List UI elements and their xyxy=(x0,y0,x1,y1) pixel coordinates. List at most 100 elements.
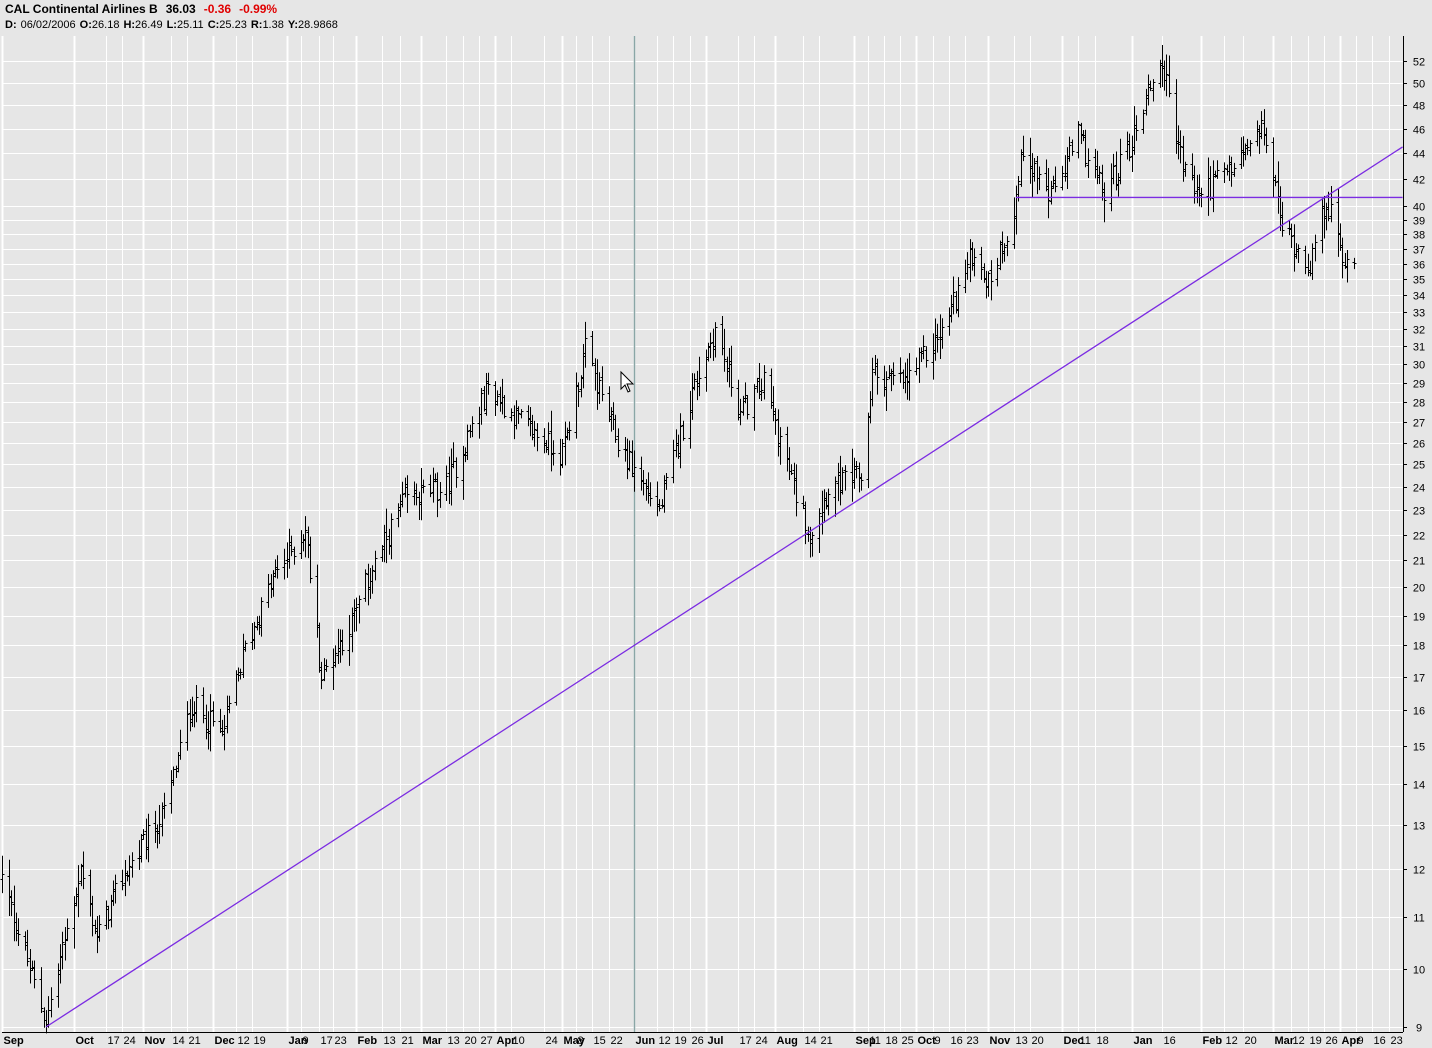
x-tick-label: 24 xyxy=(124,1035,136,1047)
x-tick-label: 9 xyxy=(303,1035,309,1047)
plot-area[interactable] xyxy=(2,36,1403,1032)
x-tick-label: 14 xyxy=(173,1035,185,1047)
y-tick-label: 23 xyxy=(1413,506,1425,518)
y-tick-label: 15 xyxy=(1413,742,1425,754)
x-tick-label: 8 xyxy=(578,1035,584,1047)
y-tick-label: 40 xyxy=(1413,202,1425,214)
x-tick-label: Jun xyxy=(636,1035,656,1047)
x-tick-label: Jul xyxy=(708,1035,724,1047)
price-chart[interactable]: 9 10 11 12 13 14 15 16 17 18 19 20 21 22 23 24 25 26 27 28 2… xyxy=(0,0,1432,1048)
x-tick-label: 16 xyxy=(1164,1035,1176,1047)
y-tick-label: 46 xyxy=(1413,125,1425,137)
y-tick-label: 50 xyxy=(1413,79,1425,91)
x-tick-label: 25 xyxy=(902,1035,914,1047)
y-tick-label: 34 xyxy=(1413,291,1425,303)
y-tick-label: 26 xyxy=(1413,439,1425,451)
y-tick-label: 10 xyxy=(1413,965,1425,977)
y-tick-label: 42 xyxy=(1413,175,1425,187)
y-tick-label: 19 xyxy=(1413,612,1425,624)
y-tick-label: 28 xyxy=(1413,398,1425,410)
y-tick-label: 25 xyxy=(1413,460,1425,472)
x-tick-label: Feb xyxy=(358,1035,378,1047)
x-tick-label: 27 xyxy=(481,1035,493,1047)
x-tick-label: 11 xyxy=(1080,1035,1091,1047)
y-tick-label: 9 xyxy=(1416,1023,1422,1035)
x-tick-label: 20 xyxy=(1032,1035,1044,1047)
y-tick-label: 20 xyxy=(1413,583,1425,595)
y-tick-label: 48 xyxy=(1413,101,1425,113)
y-tick-label: 36 xyxy=(1413,260,1425,272)
x-tick-label: 16 xyxy=(1374,1035,1386,1047)
x-tick-label: 12 xyxy=(659,1035,671,1047)
y-tick-label: 13 xyxy=(1413,821,1425,833)
x-tick-label: 11 xyxy=(870,1035,881,1047)
x-tick-label: 10 xyxy=(513,1035,525,1047)
x-tick-label: Nov xyxy=(990,1035,1012,1047)
y-tick-label: 37 xyxy=(1413,245,1425,257)
x-tick-label: Feb xyxy=(1203,1035,1223,1047)
x-tick-label: 23 xyxy=(1391,1035,1403,1047)
y-tick-label: 14 xyxy=(1413,780,1425,792)
x-tick-label: 18 xyxy=(886,1035,898,1047)
x-tick-label: 14 xyxy=(805,1035,817,1047)
y-tick-label: 52 xyxy=(1413,57,1425,69)
y-tick-label: 33 xyxy=(1413,308,1425,320)
x-tick-label: 12 xyxy=(238,1035,250,1047)
x-tick-label: 21 xyxy=(402,1035,414,1047)
x-tick-label: Sep xyxy=(4,1035,24,1047)
x-tick-label: 12 xyxy=(1226,1035,1238,1047)
y-tick-label: 29 xyxy=(1413,379,1425,391)
x-tick-label: 16 xyxy=(951,1035,963,1047)
y-tick-label: 21 xyxy=(1413,556,1425,568)
y-tick-label: 18 xyxy=(1413,641,1425,653)
chart-window: CAL Continental Airlines B 36.03 -0.36 -0.9… xyxy=(0,0,1432,1048)
x-tick-label: 23 xyxy=(967,1035,979,1047)
x-tick-label: 9 xyxy=(935,1035,941,1047)
x-tick-label: 15 xyxy=(594,1035,606,1047)
x-tick-label: 21 xyxy=(821,1035,833,1047)
y-tick-label: 35 xyxy=(1413,275,1425,287)
x-tick-label: Aug xyxy=(777,1035,798,1047)
x-tick-label: Oct xyxy=(76,1035,95,1047)
x-tick-label: 22 xyxy=(611,1035,623,1047)
x-tick-label: 20 xyxy=(465,1035,477,1047)
y-tick-label: 24 xyxy=(1413,483,1425,495)
x-tick-label: 21 xyxy=(189,1035,201,1047)
x-tick-label: 12 xyxy=(1293,1035,1305,1047)
y-tick-label: 22 xyxy=(1413,531,1425,543)
y-tick-label: 17 xyxy=(1413,673,1425,685)
x-tick-label: 24 xyxy=(546,1035,558,1047)
x-tick-label: 23 xyxy=(335,1035,347,1047)
x-tick-label: Oct xyxy=(918,1035,937,1047)
x-tick-label: 18 xyxy=(1097,1035,1109,1047)
y-tick-label: 32 xyxy=(1413,325,1425,337)
y-tick-label: 39 xyxy=(1413,216,1425,228)
y-tick-label: 38 xyxy=(1413,230,1425,242)
x-tick-label: 13 xyxy=(384,1035,396,1047)
x-tick-label: 20 xyxy=(1245,1035,1257,1047)
x-tick-label: Jan xyxy=(1134,1035,1153,1047)
y-axis: 9 10 11 12 13 14 15 16 17 18 19 20 21 22 23 24 25 26 27 28 2… xyxy=(1403,36,1425,1035)
x-tick-label: Nov xyxy=(145,1035,167,1047)
y-tick-label: 11 xyxy=(1413,913,1424,925)
y-tick-label: 31 xyxy=(1413,342,1425,354)
y-tick-label: 12 xyxy=(1413,865,1425,877)
x-tick-label: 9 xyxy=(1358,1035,1364,1047)
y-tick-label: 30 xyxy=(1413,360,1425,372)
x-tick-label: 13 xyxy=(1016,1035,1028,1047)
y-tick-label: 27 xyxy=(1413,418,1425,430)
y-tick-label: 16 xyxy=(1413,706,1425,718)
x-tick-label: Dec xyxy=(215,1035,235,1047)
x-tick-label: 17 xyxy=(108,1035,120,1047)
x-tick-label: 24 xyxy=(756,1035,768,1047)
y-tick-label: 44 xyxy=(1413,149,1425,161)
x-tick-label: 13 xyxy=(448,1035,460,1047)
x-tick-label: 17 xyxy=(740,1035,752,1047)
x-tick-label: 26 xyxy=(692,1035,704,1047)
x-tick-label: 26 xyxy=(1326,1035,1338,1047)
x-tick-label: 17 xyxy=(321,1035,333,1047)
x-axis: Sep Oct 17 24 Nov 14 21 Dec 12 19 Jan9 17 23 Feb 13 21 M… xyxy=(2,1032,1403,1047)
x-tick-label: Mar xyxy=(423,1035,443,1047)
x-tick-label: 19 xyxy=(254,1035,266,1047)
x-tick-label: 19 xyxy=(675,1035,687,1047)
